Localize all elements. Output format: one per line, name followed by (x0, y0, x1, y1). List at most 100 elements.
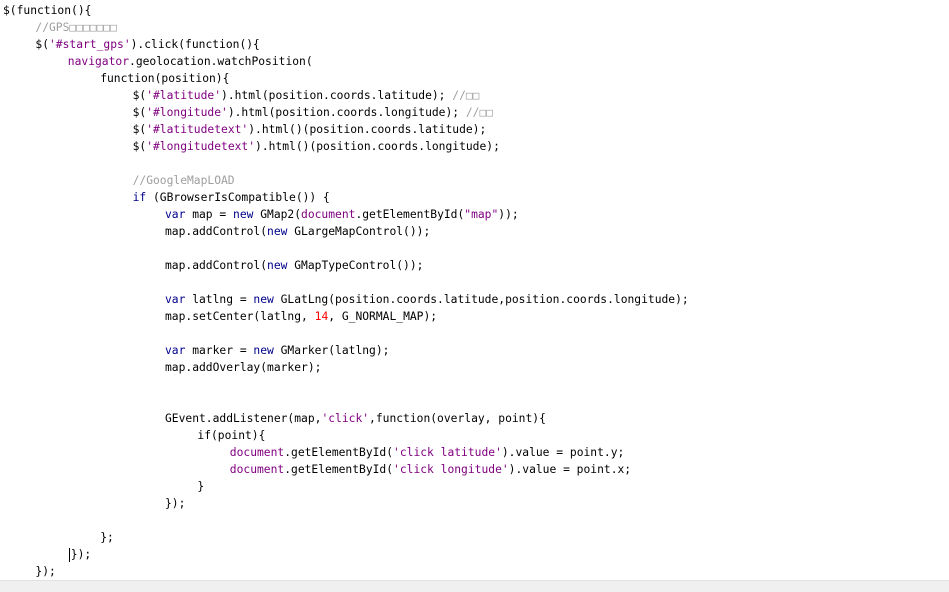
code-line[interactable]: }; (0, 529, 949, 546)
code-token: '#start_gps' (49, 38, 131, 51)
code-line[interactable] (0, 155, 949, 172)
code-line[interactable]: document.getElementById('click longitude… (0, 461, 949, 478)
code-token: ,function(overlay, point){ (369, 412, 546, 425)
code-line[interactable]: }); (0, 495, 949, 512)
code-token: GLargeMapControl()); (287, 225, 431, 238)
code-line[interactable]: } (0, 478, 949, 495)
code-token: GMap2( (253, 208, 302, 221)
code-token: new (253, 344, 274, 357)
code-token: map.addOverlay(marker); (165, 361, 322, 374)
code-line[interactable]: }); (0, 546, 949, 563)
code-token: .getElementById( (355, 208, 465, 221)
code-token: }); (70, 548, 92, 561)
code-token: GMarker(latlng); (273, 344, 390, 357)
code-token: '#latitudetext' (146, 123, 249, 136)
code-token: $( (132, 106, 147, 119)
code-token: //□□ (452, 89, 480, 102)
code-line[interactable]: map.addControl(new GMapTypeControl()); (0, 257, 949, 274)
code-line[interactable] (0, 512, 949, 529)
code-line[interactable] (0, 325, 949, 342)
code-line[interactable]: $(function(){ (0, 2, 949, 19)
code-line[interactable]: $('#latitudetext').html()(position.coord… (0, 121, 949, 138)
code-token: 'click' (321, 412, 370, 425)
code-line[interactable]: if (GBrowserIsCompatible()) { (0, 189, 949, 206)
code-token: (GBrowserIsCompatible()) { (146, 191, 330, 204)
text-cursor (68, 548, 70, 562)
code-line[interactable] (0, 240, 949, 257)
code-line[interactable]: var map = new GMap2(document.getElementB… (0, 206, 949, 223)
code-token: map.setCenter(latlng, (165, 310, 315, 323)
code-line[interactable]: navigator.geolocation.watchPosition( (0, 53, 949, 70)
code-token: '#longitude' (146, 106, 228, 119)
code-line[interactable]: $('#longitudetext').html()(position.coor… (0, 138, 949, 155)
code-token: new (233, 208, 254, 221)
code-token: $( (132, 140, 147, 153)
code-token: map = (185, 208, 234, 221)
code-token: ).html(position.coords.longitude); (227, 106, 466, 119)
code-token: ).value = point.x; (508, 463, 632, 476)
code-line[interactable]: map.setCenter(latlng, 14, G_NORMAL_MAP); (0, 308, 949, 325)
code-line[interactable]: //GPS□□□□□□□ (0, 19, 949, 36)
code-line[interactable]: $('#latitude').html(position.coords.lati… (0, 87, 949, 104)
code-token: map.addControl( (165, 259, 268, 272)
code-line[interactable]: document.getElementById('click latitude'… (0, 444, 949, 461)
code-token: )); (498, 208, 519, 221)
code-token: document (301, 208, 356, 221)
code-token: $(function(){ (3, 4, 92, 17)
code-line[interactable]: $('#longitude').html(position.coords.lon… (0, 104, 949, 121)
code-token: marker = (185, 344, 254, 357)
code-line[interactable] (0, 393, 949, 410)
code-line[interactable]: $('#start_gps').click(function(){ (0, 36, 949, 53)
code-token: $( (132, 89, 147, 102)
code-token: .getElementById( (284, 446, 394, 459)
code-token: //GoogleMapLOAD (132, 174, 235, 187)
code-token: //□□ (465, 106, 494, 119)
code-line[interactable]: var latlng = new GLatLng(position.coords… (0, 291, 949, 308)
code-token: //GPS□□□□□□□ (35, 21, 118, 34)
code-token: function(position){ (100, 72, 230, 85)
code-token: latlng = (185, 293, 254, 306)
code-token: document (229, 463, 285, 476)
code-token: ).html()(position.coords.longitude); (255, 140, 500, 153)
code-line[interactable] (0, 376, 949, 393)
code-token: document (229, 446, 285, 459)
code-line[interactable]: map.addOverlay(marker); (0, 359, 949, 376)
code-token: .geolocation.watchPosition( (129, 55, 313, 68)
code-token: }); (35, 565, 56, 578)
code-token: var (165, 208, 186, 221)
code-token: ).html()(position.coords.latitude); (248, 123, 487, 136)
code-line[interactable]: //GoogleMapLOAD (0, 172, 949, 189)
horizontal-scrollbar[interactable] (0, 580, 949, 592)
code-token: navigator (67, 55, 130, 68)
code-token: $( (132, 123, 147, 136)
code-line[interactable]: if(point){ (0, 427, 949, 444)
code-line[interactable]: GEvent.addListener(map,'click',function(… (0, 410, 949, 427)
code-token: new (267, 259, 288, 272)
code-token: }); (165, 497, 186, 510)
code-line[interactable] (0, 274, 949, 291)
code-token: if (132, 191, 147, 204)
code-token: ).click(function(){ (130, 38, 260, 51)
code-token: if(point){ (197, 429, 266, 442)
code-token: 14 (314, 310, 329, 323)
code-token: var (165, 344, 186, 357)
code-token: 'click longitude' (393, 463, 509, 476)
code-token: "map" (464, 208, 499, 221)
code-line[interactable]: }); (0, 563, 949, 580)
code-token: '#latitude' (146, 89, 222, 102)
code-token: , G_NORMAL_MAP); (328, 310, 438, 323)
code-token: var (165, 293, 186, 306)
code-token: GEvent.addListener(map, (165, 412, 322, 425)
code-token: } (197, 480, 205, 493)
code-token: $( (35, 38, 49, 51)
code-line[interactable]: var marker = new GMarker(latlng); (0, 342, 949, 359)
code-line[interactable]: map.addControl(new GLargeMapControl()); (0, 223, 949, 240)
code-token: ).html(position.coords.latitude); (221, 89, 453, 102)
code-token: 'click latitude' (393, 446, 502, 459)
code-token: GMapTypeControl()); (287, 259, 424, 272)
code-token: map.addControl( (165, 225, 268, 238)
code-line[interactable]: function(position){ (0, 70, 949, 87)
code-editor[interactable]: $(function(){//GPS□□□□□□□ $('#start_gps')… (0, 0, 949, 580)
code-token: GLatLng(position.coords.latitude,positio… (273, 293, 689, 306)
code-token: }; (100, 531, 114, 544)
